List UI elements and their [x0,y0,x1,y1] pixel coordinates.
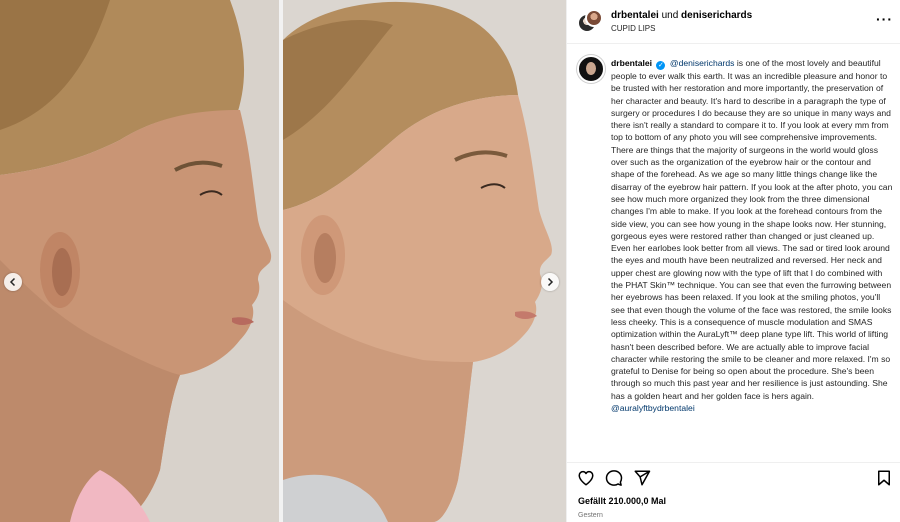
chevron-right-icon [547,277,554,287]
collab-avatars[interactable] [577,9,605,37]
more-options-button[interactable]: ··· [876,11,893,27]
collab-usernames: drbentalei und deniserichards [611,10,752,21]
post-caption: drbentalei ✓ @deniserichards is one of t… [611,57,893,414]
post-subtitle[interactable]: CUPID LIPS [611,24,655,33]
save-button[interactable] [875,469,893,487]
like-button[interactable] [577,469,595,487]
mention-link[interactable]: @auralyftbydrbentalei [611,403,695,413]
verified-badge-icon: ✓ [656,61,666,70]
heart-icon [578,470,594,486]
username-link[interactable]: deniserichards [681,10,752,21]
next-slide-button[interactable] [541,273,559,291]
avatar[interactable] [585,9,603,27]
caption-area: drbentalei ✓ @deniserichards is one of t… [567,45,900,459]
send-icon [634,470,651,486]
joiner-text: und [661,10,679,21]
username-link[interactable]: drbentalei [611,10,659,21]
post-media-carousel[interactable] [0,0,566,522]
previous-slide-button[interactable] [4,273,22,291]
post-side-panel: drbentalei und deniserichards CUPID LIPS… [566,0,900,522]
avatar[interactable] [577,55,605,83]
before-photo [0,0,279,522]
post-header: drbentalei und deniserichards CUPID LIPS… [567,0,900,44]
likes-count[interactable]: Gefällt 210.000,0 Mal [578,496,666,506]
post-actions [567,462,900,494]
caption-author-link[interactable]: drbentalei [611,58,652,68]
mention-link[interactable]: @deniserichards [670,58,735,68]
comment-icon [605,470,623,486]
post-date[interactable]: Gestern [578,512,603,519]
caption-text: is one of the most lovely and beautiful … [611,58,893,401]
avatar-face [586,62,596,75]
bookmark-icon [878,470,890,486]
after-photo [283,0,566,522]
comment-button[interactable] [605,469,623,487]
chevron-left-icon [9,277,16,287]
share-button[interactable] [633,469,651,487]
more-horizontal-icon: ··· [876,11,893,27]
